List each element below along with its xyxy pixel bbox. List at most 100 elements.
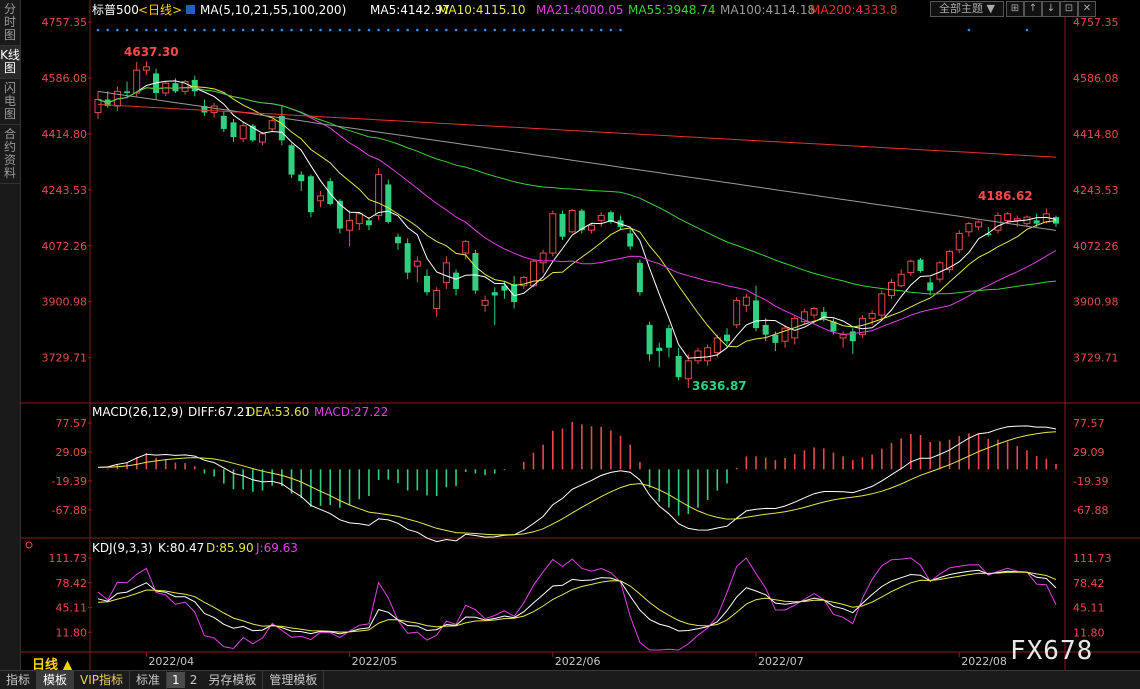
close-icon[interactable]: ✕ — [1078, 1, 1096, 17]
signal-dot — [580, 28, 584, 32]
candle-body — [627, 233, 634, 247]
signal-dot — [464, 28, 468, 32]
signal-dot — [116, 28, 119, 32]
signal-dot — [493, 28, 497, 32]
candle-body — [1033, 220, 1040, 224]
candle-body — [327, 181, 334, 205]
candle-body — [453, 272, 460, 289]
candle-body — [142, 66, 150, 71]
toolbar-page-2[interactable]: 2 — [185, 672, 203, 688]
candles[interactable] — [94, 61, 1059, 388]
candle-body — [124, 91, 131, 93]
candle-body — [636, 262, 643, 293]
signal-dot — [387, 28, 390, 32]
toolbar-template[interactable]: 模板 — [37, 671, 75, 689]
candle-body — [753, 300, 760, 329]
price-tick-right: 3729.71 — [1073, 352, 1119, 365]
candle-body — [675, 355, 682, 378]
signal-dot — [551, 28, 555, 32]
signal-dot — [396, 28, 400, 32]
price-tick-left: 4586.08 — [42, 72, 88, 85]
rail-tab-intraday[interactable]: 分时图 — [0, 0, 20, 46]
signal-dot — [435, 28, 438, 32]
toolbar-vip-indicators[interactable]: VIP指标 — [74, 671, 131, 689]
signal-dot — [135, 28, 139, 32]
ma-value-label: MA55:3948.74 — [628, 3, 716, 17]
kdj-tick-left: 111.73 — [49, 552, 88, 565]
kdj-k-line — [97, 569, 1057, 635]
signal-dot — [96, 28, 100, 32]
signal-dot — [174, 28, 177, 32]
candle-body — [491, 292, 498, 296]
signal-dot — [541, 28, 545, 32]
toolbar-page-1[interactable]: 1 — [167, 672, 185, 688]
arrow-down-icon[interactable]: ↓ — [1042, 1, 1060, 17]
price-tick-right: 4243.53 — [1073, 184, 1119, 197]
toolbar-standard[interactable]: 标准 — [130, 671, 168, 689]
candle-body — [346, 219, 354, 231]
rail-tab-kline[interactable]: K线图 — [0, 46, 20, 79]
kdj-settings-icon[interactable] — [25, 541, 33, 549]
theme-dropdown[interactable]: 全部主题 ▼ — [930, 1, 1004, 17]
toolbar-manage-template[interactable]: 管理模板 — [263, 671, 325, 689]
candle-body — [656, 347, 663, 352]
candle-body — [897, 273, 905, 287]
macd-diff-line — [97, 425, 1057, 543]
signal-dot — [474, 28, 477, 32]
toolbar-indicators[interactable]: 指标 — [0, 671, 38, 689]
candle-body — [975, 221, 983, 228]
period-tag[interactable]: <日线> — [138, 3, 182, 17]
signal-dot — [125, 28, 129, 32]
kdj-d-line — [97, 571, 1057, 633]
layout-icon[interactable]: ⊞ — [1006, 1, 1024, 17]
date-tick-label: 2022/05 — [352, 655, 398, 668]
chart-canvas[interactable]: 4757.35 4757.35 4586.08 4586.08 4414.80 4414.… — [20, 0, 1140, 670]
candle-body — [433, 290, 441, 310]
ma-value-label: MA100:4114.18 — [720, 3, 815, 17]
ma-settings-icon[interactable] — [186, 5, 195, 14]
candle-body — [878, 293, 886, 316]
candle-body — [472, 253, 479, 291]
candle-body — [733, 299, 741, 326]
maximize-icon[interactable]: ⊡ — [1060, 1, 1078, 17]
signal-dot — [106, 28, 109, 32]
macd-tick-right: -19.39 — [1073, 475, 1108, 488]
candle-body — [268, 120, 276, 130]
candle-body — [394, 236, 401, 244]
kdj-tick-right: 45.11 — [1073, 602, 1105, 615]
macd-dea-line — [97, 431, 1057, 536]
candle-body — [887, 281, 895, 296]
toolbar-save-template[interactable]: 另存模板 — [202, 671, 264, 689]
signal-dot — [164, 28, 168, 32]
signal-dot — [1025, 28, 1029, 32]
signal-dot — [599, 28, 603, 32]
ma-values: MA5:4142.97MA10:4115.10 MA21:4000.05 MA55:… — [370, 3, 898, 17]
price-tick-left: 4072.26 — [42, 240, 88, 253]
signal-dot — [299, 28, 303, 32]
annotation-recent-high: 4186.62 — [978, 189, 1033, 203]
bottom-toolbar: 指标 模板 VIP指标 标准 1 2 另存模板 管理模板 — [0, 670, 1140, 689]
macd-value: MACD:27.22 — [314, 405, 388, 419]
signal-dot — [338, 28, 342, 32]
axes: 4757.35 4757.35 4586.08 4586.08 4414.80 4414.… — [42, 16, 1119, 668]
candle-body — [191, 79, 198, 92]
candle-body — [355, 213, 363, 225]
candle-body — [133, 69, 141, 94]
candle-body — [742, 296, 750, 306]
theme-dropdown-label: 全部主题 — [939, 2, 984, 15]
macd-tick-right: -67.88 — [1073, 504, 1108, 517]
candle-body — [723, 334, 730, 342]
signal-dot — [445, 28, 448, 32]
signal-dot — [232, 28, 235, 32]
rail-tab-contract[interactable]: 合约资料 — [0, 125, 20, 184]
ma21-line — [97, 87, 1057, 335]
kdj-k: K:80.47 — [158, 541, 204, 555]
signal-dot — [212, 28, 216, 32]
macd-panel — [97, 422, 1057, 543]
price-tick-right: 4586.08 — [1073, 72, 1119, 85]
ma5-line — [97, 80, 1057, 359]
rail-tab-flash[interactable]: 闪电图 — [0, 79, 20, 125]
candle-body — [413, 260, 421, 267]
arrow-up-icon[interactable]: ↑ — [1024, 1, 1042, 17]
candle-body — [404, 243, 411, 273]
